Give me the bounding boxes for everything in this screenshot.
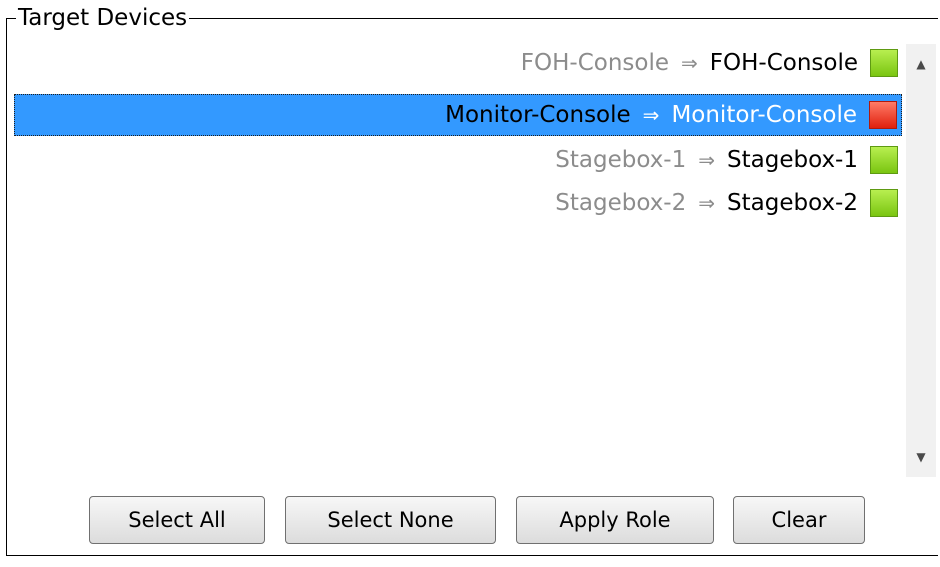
scroll-up-icon[interactable]: ▲ xyxy=(906,44,936,84)
status-ok-icon xyxy=(870,146,898,174)
device-row-monitor-console[interactable]: Monitor-Console ⇒ Monitor-Console xyxy=(14,94,902,136)
device-row-foh-console[interactable]: FOH-Console ⇒ FOH-Console xyxy=(14,42,902,84)
mapping-arrow-icon: ⇒ xyxy=(642,103,660,127)
device-row-stagebox-1[interactable]: Stagebox-1 ⇒ Stagebox-1 xyxy=(14,139,902,181)
mapping-arrow-icon: ⇒ xyxy=(698,191,716,215)
groupbox-title: Target Devices xyxy=(16,3,190,33)
device-list[interactable]: FOH-Console ⇒ FOH-Console Monitor-Consol… xyxy=(14,42,905,479)
source-device-label: Monitor-Console xyxy=(445,102,631,128)
source-device-label: Stagebox-1 xyxy=(555,147,687,173)
target-device-label: Stagebox-2 xyxy=(727,190,858,216)
target-device-label: Stagebox-1 xyxy=(727,147,858,173)
status-error-icon xyxy=(869,101,897,129)
scroll-down-icon[interactable]: ▼ xyxy=(906,437,936,477)
status-ok-icon xyxy=(870,189,898,217)
select-none-button[interactable]: Select None xyxy=(285,496,496,544)
target-device-label: Monitor-Console xyxy=(671,102,857,128)
mapping-arrow-icon: ⇒ xyxy=(681,51,698,75)
mapping-arrow-icon: ⇒ xyxy=(698,148,716,172)
select-all-button[interactable]: Select All xyxy=(89,496,265,544)
target-device-label: FOH-Console xyxy=(709,50,858,76)
device-row-stagebox-2[interactable]: Stagebox-2 ⇒ Stagebox-2 xyxy=(14,182,902,224)
vertical-scrollbar[interactable]: ▲ ▼ xyxy=(906,44,936,477)
clear-button[interactable]: Clear xyxy=(733,496,865,544)
source-device-label: Stagebox-2 xyxy=(555,190,687,216)
source-device-label: FOH-Console xyxy=(520,50,669,76)
apply-role-button[interactable]: Apply Role xyxy=(516,496,714,544)
status-ok-icon xyxy=(870,49,898,77)
